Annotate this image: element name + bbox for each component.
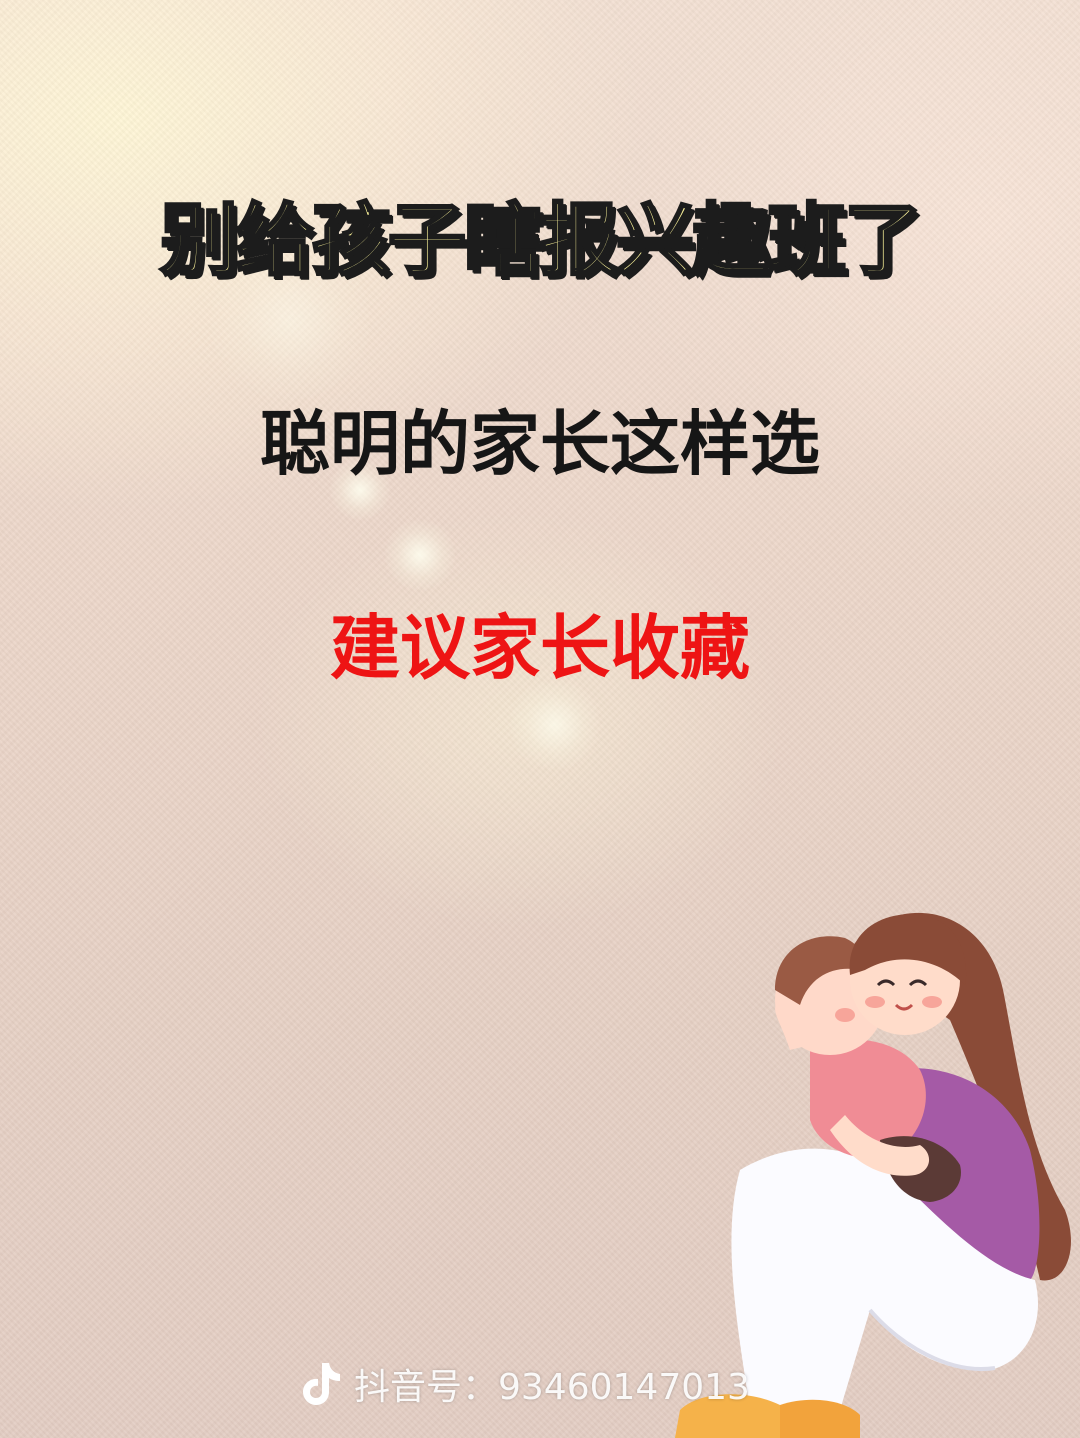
light-flare: [510, 680, 600, 770]
light-flare: [385, 520, 455, 590]
subtitle: 聪明的家长这样选: [260, 403, 820, 485]
headline: 别给孩子瞎报兴趣班了: [158, 195, 923, 288]
douyin-watermark: 抖音号：93460147013: [300, 1356, 750, 1412]
advice-text: 建议家长收藏: [330, 607, 750, 689]
douyin-account-text: 抖音号：93460147013: [354, 1367, 750, 1408]
poster-page: 别给孩子瞎报兴趣班了 聪明的家长这样选 建议家长收藏 抖音号：934601470…: [0, 0, 1080, 1438]
douyin-logo-icon: [303, 1363, 340, 1405]
